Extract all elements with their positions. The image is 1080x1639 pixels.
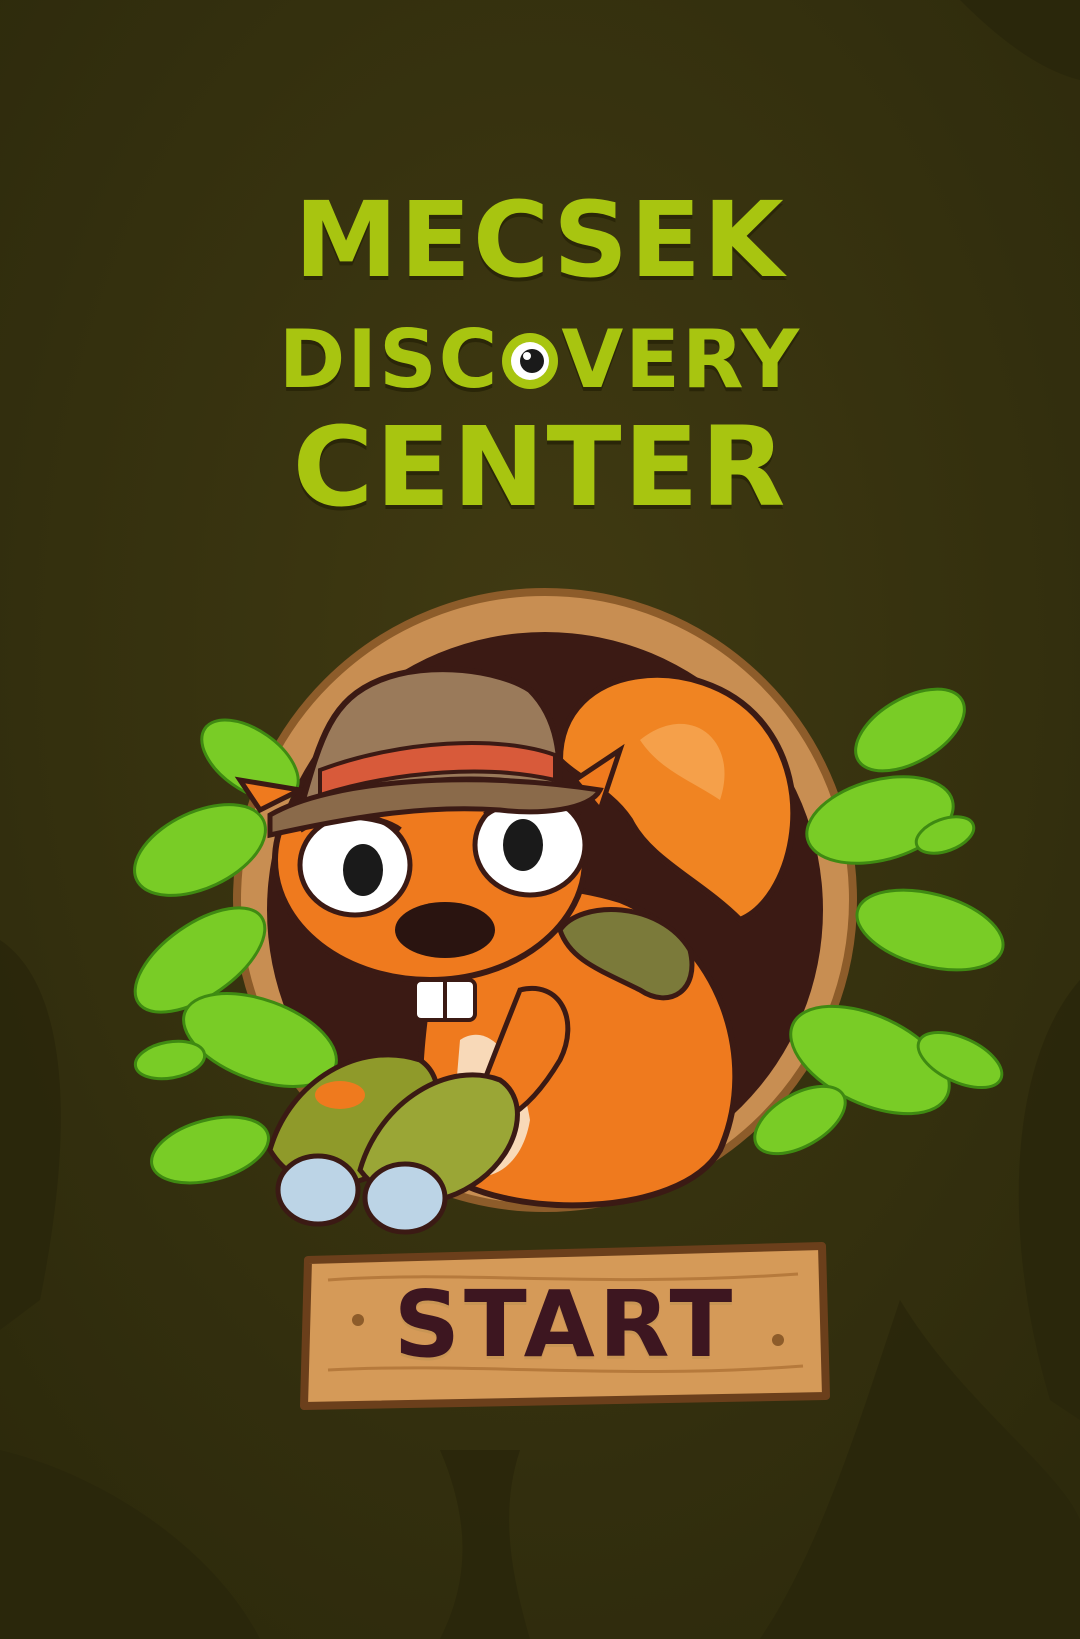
start-button[interactable]: START — [298, 1240, 832, 1416]
start-label: START — [393, 1271, 737, 1378]
